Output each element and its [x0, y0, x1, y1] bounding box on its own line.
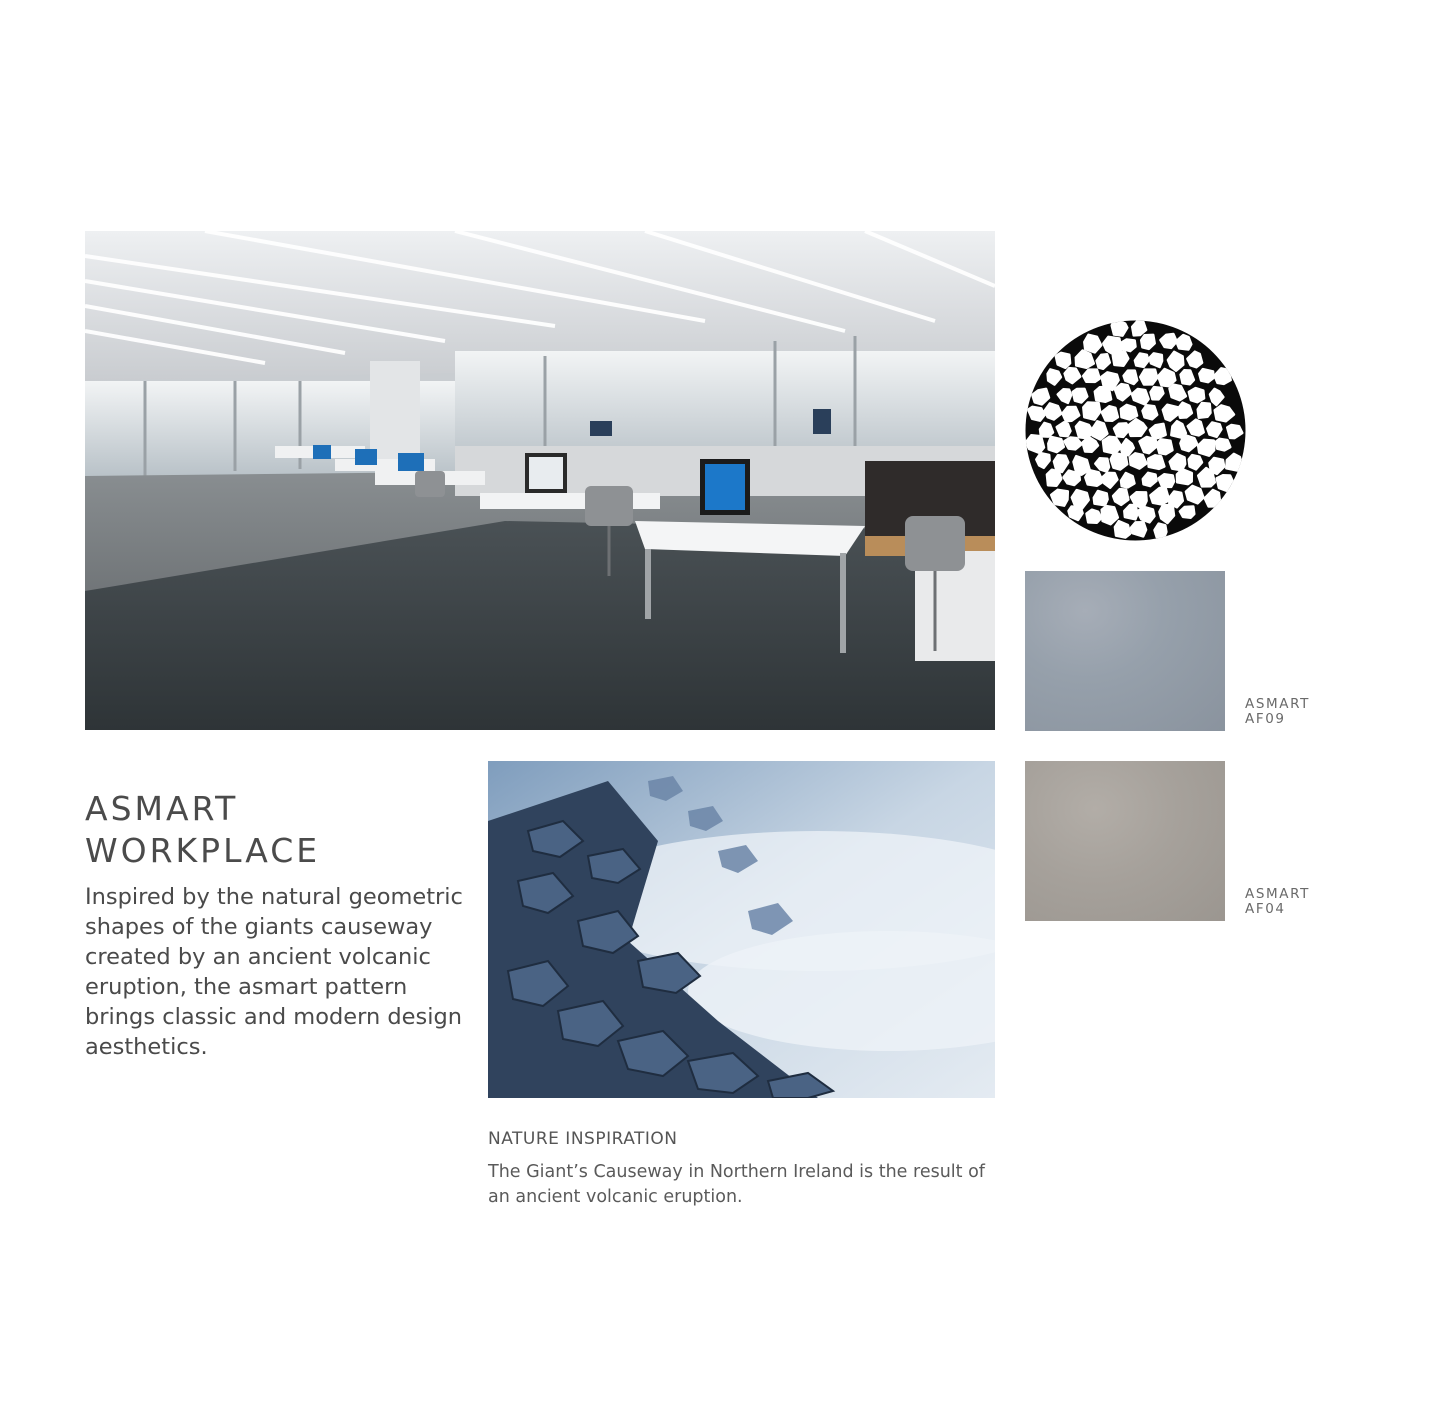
pattern-cell [1081, 368, 1101, 384]
swatch-af04 [1025, 761, 1225, 921]
nature-photo [488, 761, 995, 1098]
pattern-cell [1085, 508, 1103, 525]
pattern-cell [1111, 349, 1130, 367]
pattern-cell [1119, 403, 1139, 421]
pattern-cell [1071, 387, 1089, 404]
pattern-cell [1179, 369, 1196, 386]
pattern-cell [1045, 468, 1063, 487]
pattern-cell [1141, 471, 1158, 488]
pattern-cell [1153, 522, 1168, 541]
pattern-cell [1138, 368, 1159, 386]
pattern-cell [1049, 488, 1070, 507]
office-illustration [85, 231, 995, 730]
pattern-cell [1184, 484, 1205, 505]
pattern-cell [1038, 421, 1055, 438]
pattern-cell [1055, 420, 1072, 438]
pattern-cell [1093, 385, 1113, 404]
pattern-cell [1128, 452, 1148, 470]
pattern-cell [1157, 473, 1176, 489]
pattern-cell [1113, 519, 1132, 539]
pattern-cell [1155, 438, 1174, 456]
pattern-cell [1187, 386, 1206, 404]
nature-caption: The Giant’s Causeway in Northern Ireland… [488, 1162, 985, 1207]
pattern-cell [1074, 349, 1096, 370]
page-title: ASMART WORKPLACE [85, 788, 465, 872]
description-text: Inspired by the natural geometric shapes… [85, 884, 463, 1060]
pattern-cell [1047, 435, 1066, 454]
pattern-cell [1149, 385, 1165, 401]
pattern-cell [1063, 436, 1083, 451]
pattern-cell [1123, 503, 1139, 521]
pattern-cell [1054, 351, 1072, 370]
pattern-cell [1206, 421, 1223, 439]
pattern-cell [1110, 320, 1129, 337]
pattern-cell [1082, 401, 1102, 421]
pattern-cell [1175, 467, 1194, 486]
asmart-pattern [1025, 320, 1246, 541]
pattern-cell [1109, 451, 1129, 471]
pattern-cell [1139, 333, 1156, 351]
pattern-cell [1196, 401, 1212, 420]
pattern-cell [1178, 505, 1196, 520]
swatch-af09-label: ASMART AF09 [1245, 697, 1310, 727]
pattern-cell [1146, 454, 1166, 471]
pattern-cell [1141, 403, 1159, 421]
pattern-cell [1043, 402, 1063, 421]
nature-heading: NATURE INSPIRATION [488, 1129, 678, 1149]
pattern-cell [1196, 438, 1216, 457]
swatch-af04-name: ASMART [1245, 886, 1310, 902]
swatch-af04-label: ASMART AF04 [1245, 887, 1310, 917]
swatch-af04-code: AF04 [1245, 901, 1286, 917]
causeway-illustration [488, 761, 995, 1098]
pattern-cell [1091, 420, 1109, 441]
pattern-cell [1067, 505, 1084, 522]
swatch-af09-code: AF09 [1245, 711, 1286, 727]
pattern-cell [1156, 367, 1177, 388]
office-photo [85, 231, 995, 730]
pattern-cell [1062, 469, 1082, 487]
pattern-cell [1215, 473, 1236, 493]
pattern-cell [1100, 504, 1120, 526]
pattern-cell [1214, 437, 1232, 452]
swatch-af09 [1025, 571, 1225, 731]
pattern-cell [1120, 338, 1137, 353]
page-title-line2: WORKPLACE [85, 831, 321, 870]
pattern-cell [1129, 520, 1148, 538]
pattern-cell [1198, 367, 1215, 384]
pattern-cell [1083, 333, 1103, 354]
pattern-cell [1092, 489, 1109, 507]
pattern-cell [1119, 471, 1136, 489]
pattern-cell [1122, 369, 1139, 386]
swatch-af09-name: ASMART [1245, 696, 1310, 712]
pattern-cell [1176, 401, 1194, 419]
pattern-graphic [1025, 320, 1246, 541]
page-title-line1: ASMART [85, 789, 239, 828]
